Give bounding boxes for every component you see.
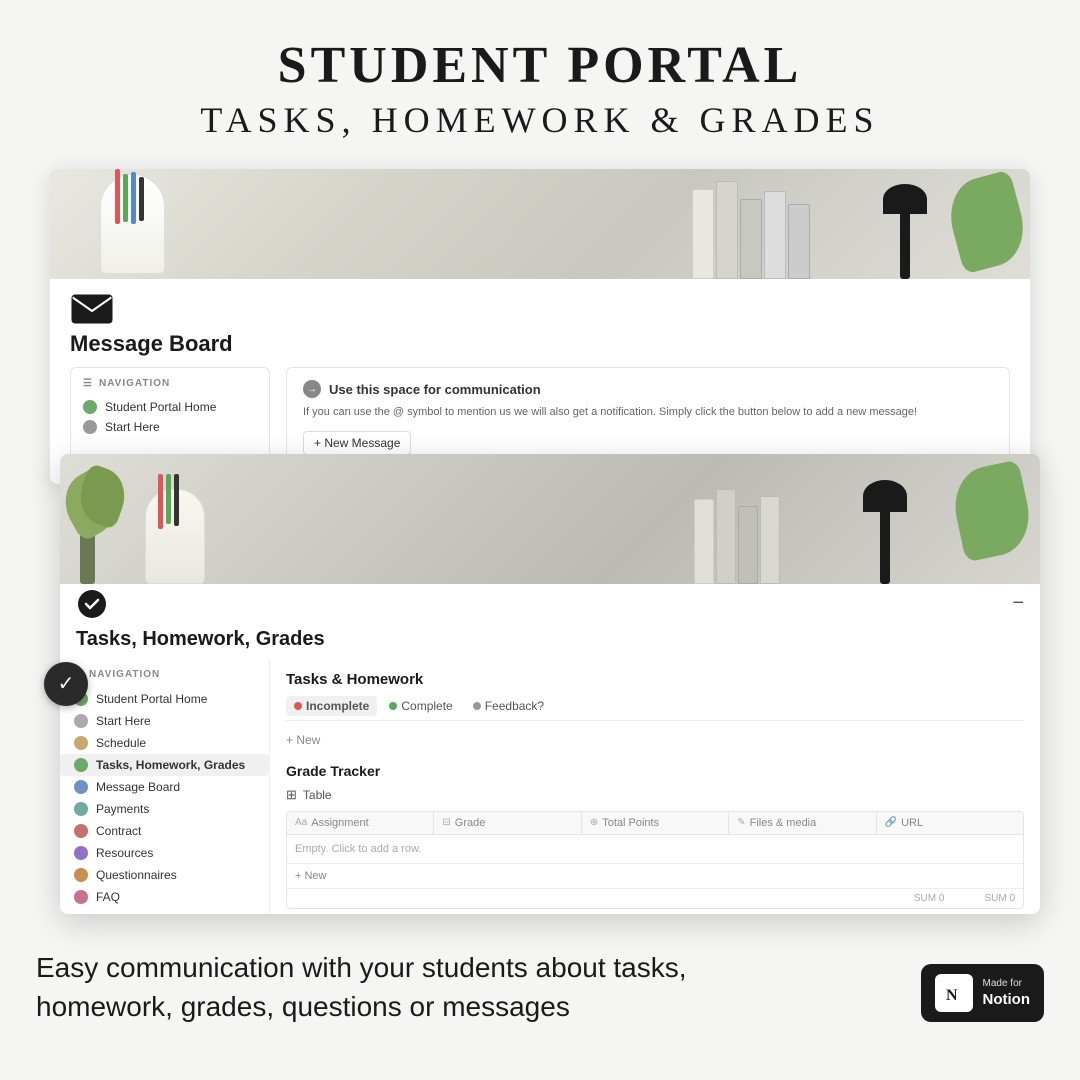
- tab-dot-incomplete: [294, 702, 302, 710]
- bottom-text: Easy communication with your students ab…: [36, 948, 687, 1026]
- tasks-card-wrapper: ✓: [60, 454, 1040, 914]
- new-task-row[interactable]: + New: [286, 729, 1024, 751]
- nav-item-home[interactable]: Student Portal Home: [83, 397, 257, 417]
- card1-icon-area: [50, 279, 1030, 327]
- nav2-icon-messages: [74, 780, 88, 794]
- tab-complete[interactable]: Complete: [381, 696, 460, 716]
- nav2-item-contract[interactable]: Contract: [60, 820, 269, 842]
- card1-nav-panel: ☰ NAVIGATION Student Portal Home Start H…: [70, 367, 270, 468]
- nav2-icon-faq: [74, 890, 88, 904]
- th-grade: ⊟ Grade: [434, 812, 581, 834]
- nav2-icon-schedule: [74, 736, 88, 750]
- nav-icon-home: [83, 400, 97, 414]
- nav2-icon-resources: [74, 846, 88, 860]
- envelope-icon: [70, 289, 114, 327]
- made-for-text: Made for Notion: [983, 977, 1030, 1010]
- svg-text:N: N: [946, 987, 958, 1004]
- message-body: If you can use the @ symbol to mention u…: [303, 404, 993, 421]
- card1-banner: [50, 169, 1030, 279]
- nav-header: ☰ NAVIGATION: [83, 378, 257, 389]
- tab-dot-feedback: [473, 702, 481, 710]
- card2-nav: ☰ NAVIGATION Student Portal Home Start H…: [60, 659, 270, 914]
- nav2-item-tasks[interactable]: Tasks, Homework, Grades: [60, 754, 269, 776]
- nav2-item-resources[interactable]: Resources: [60, 842, 269, 864]
- tab-dot-complete: [389, 702, 397, 710]
- nav-icon-start: [83, 420, 97, 434]
- nav-item-start[interactable]: Start Here: [83, 417, 257, 437]
- arrow-icon: →: [303, 380, 321, 398]
- nav2-item-messages[interactable]: Message Board: [60, 776, 269, 798]
- card1-title: Message Board: [50, 327, 1030, 367]
- tabs-row: Incomplete Complete Feedback?: [286, 696, 1024, 721]
- nav2-icon-questionnaires: [74, 868, 88, 882]
- nav2-icon-payments: [74, 802, 88, 816]
- grade-table-header: Aa Assignment ⊟ Grade ⊕ Total Points: [287, 812, 1023, 835]
- sum-row: SUM 0 SUM 0: [287, 888, 1023, 908]
- nav2-item-questionnaires[interactable]: Questionnaires: [60, 864, 269, 886]
- made-for-notion-badge: N Made for Notion: [921, 964, 1044, 1022]
- th-files: ✎ Files & media: [729, 812, 876, 834]
- tasks-checkmark-icon: [76, 588, 108, 620]
- card2-title-row: −: [60, 584, 1040, 628]
- message-panel: → Use this space for communication If yo…: [286, 367, 1010, 468]
- nav2-item-start[interactable]: Start Here: [60, 710, 269, 732]
- minimize-button[interactable]: −: [1012, 592, 1024, 615]
- add-table-row[interactable]: + New: [287, 864, 1023, 888]
- nav2-icon-tasks: [74, 758, 88, 772]
- nav2-item-home[interactable]: Student Portal Home: [60, 688, 269, 710]
- card2-main-content: Tasks & Homework Incomplete Complete: [270, 659, 1040, 914]
- grade-tracker-title: Grade Tracker: [286, 763, 1024, 779]
- notion-logo: N: [935, 974, 973, 1012]
- card2-banner: [60, 454, 1040, 584]
- card2-nav-header: ☰ NAVIGATION: [60, 669, 269, 688]
- page-header: STUDENT PORTAL TASKS, HOMEWORK & GRADES: [0, 0, 1080, 169]
- message-header: → Use this space for communication: [303, 380, 993, 398]
- cards-container: Message Board ☰ NAVIGATION Student Porta…: [0, 169, 1080, 914]
- nav2-item-schedule[interactable]: Schedule: [60, 732, 269, 754]
- table-empty-row[interactable]: Empty. Click to add a row.: [287, 835, 1023, 864]
- nav2-item-faq[interactable]: FAQ: [60, 886, 269, 908]
- nav2-icon-contract: [74, 824, 88, 838]
- grade-table: Aa Assignment ⊟ Grade ⊕ Total Points: [286, 811, 1024, 909]
- th-url: 🔗 URL: [877, 812, 1023, 834]
- tasks-section-title: Tasks & Homework: [286, 671, 1024, 688]
- nav2-icon-start: [74, 714, 88, 728]
- table-label: ⊞ Table: [286, 787, 1024, 803]
- tab-feedback[interactable]: Feedback?: [465, 696, 552, 716]
- message-board-card: Message Board ☰ NAVIGATION Student Porta…: [50, 169, 1030, 484]
- th-assignment: Aa Assignment: [287, 812, 434, 834]
- card2-body: ☰ NAVIGATION Student Portal Home Start H…: [60, 659, 1040, 914]
- checkmark-badge: ✓: [44, 662, 88, 706]
- new-message-button[interactable]: + New Message: [303, 431, 411, 455]
- th-total-points: ⊕ Total Points: [582, 812, 729, 834]
- tasks-card: − Tasks, Homework, Grades ☰ NAVIGATION S…: [60, 454, 1040, 914]
- nav2-item-payments[interactable]: Payments: [60, 798, 269, 820]
- main-title: STUDENT PORTAL: [20, 36, 1060, 95]
- tasks-page-title: Tasks, Homework, Grades: [76, 628, 325, 651]
- bottom-section: Easy communication with your students ab…: [0, 924, 1080, 1026]
- main-subtitle: TASKS, HOMEWORK & GRADES: [20, 99, 1060, 141]
- tab-incomplete[interactable]: Incomplete: [286, 696, 377, 716]
